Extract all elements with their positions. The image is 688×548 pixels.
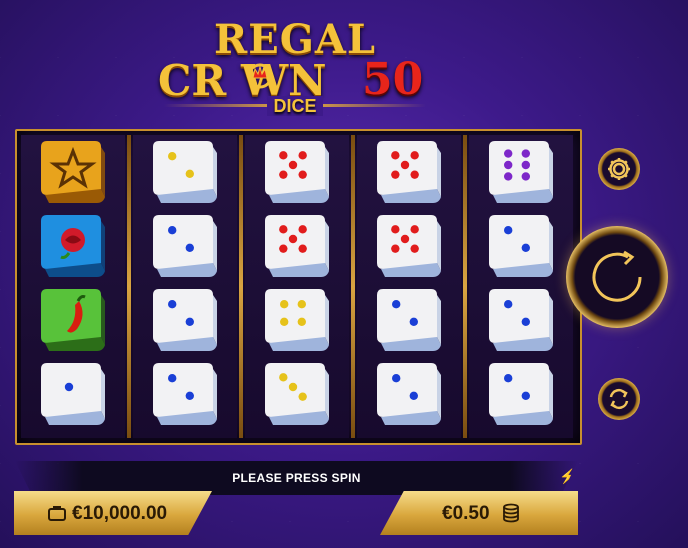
bet-panel[interactable]: €0.50	[380, 491, 578, 535]
status-bar: PLEASE PRESS SPIN ⚡	[15, 461, 578, 495]
die-symbol	[35, 359, 111, 429]
game-logo: REGAL CR WN 50 DICE	[150, 8, 440, 120]
die-symbol	[483, 359, 559, 429]
balance-panel: €10,000.00	[14, 491, 212, 535]
die-symbol	[259, 359, 335, 429]
gear-icon	[608, 158, 630, 180]
spin-arrow-icon	[592, 250, 642, 302]
die-symbol	[259, 285, 335, 355]
die-symbol	[147, 359, 223, 429]
die-symbol	[259, 137, 335, 207]
chili-symbol	[35, 285, 111, 355]
star-symbol	[35, 137, 111, 207]
settings-button[interactable]	[598, 148, 640, 190]
coins-icon	[503, 503, 519, 523]
die-symbol	[147, 211, 223, 281]
reel-separator	[239, 135, 243, 438]
reel-separator	[351, 135, 355, 438]
die-symbol	[147, 285, 223, 355]
bet-amount: €0.50	[442, 503, 490, 524]
autoplay-icon	[609, 388, 629, 410]
status-message: PLEASE PRESS SPIN	[232, 471, 361, 485]
die-symbol	[483, 211, 559, 281]
die-symbol	[259, 211, 335, 281]
balance-amount: €10,000.00	[72, 503, 168, 524]
reel-separator	[463, 135, 467, 438]
logo-dice: DICE	[267, 96, 323, 116]
die-symbol	[371, 137, 447, 207]
crown-icon	[248, 63, 272, 89]
die-symbol	[371, 211, 447, 281]
die-symbol	[483, 137, 559, 207]
die-symbol	[483, 285, 559, 355]
autoplay-button[interactable]	[598, 378, 640, 420]
die-symbol	[371, 359, 447, 429]
reel-separator	[127, 135, 131, 438]
wallet-icon	[48, 506, 66, 521]
die-symbol	[147, 137, 223, 207]
rose-symbol	[35, 211, 111, 281]
reels-frame	[15, 129, 582, 445]
logo-dice-wrap: DICE	[150, 96, 440, 117]
die-symbol	[371, 285, 447, 355]
spin-button[interactable]	[566, 226, 668, 328]
